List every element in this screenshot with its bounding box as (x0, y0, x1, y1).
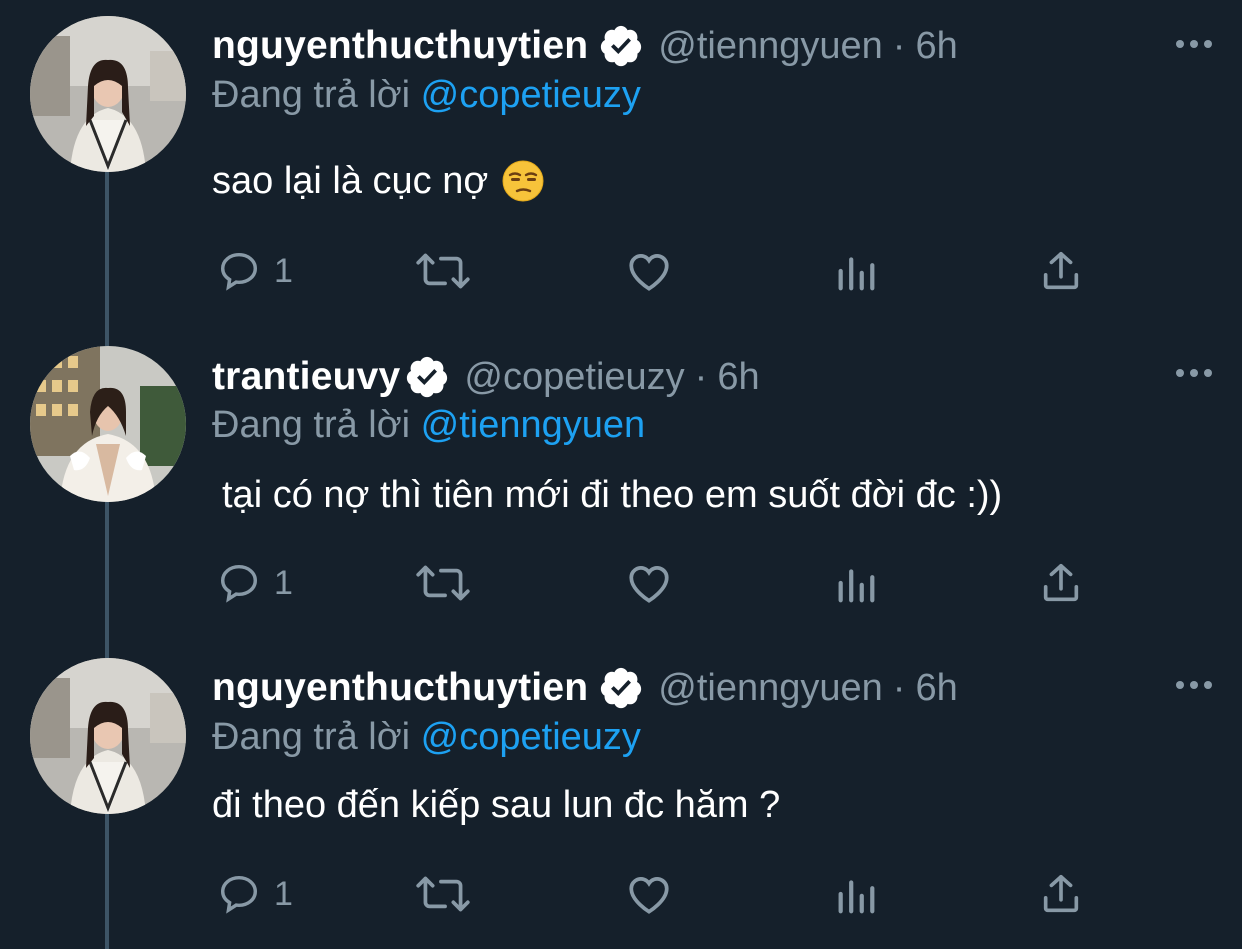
tweet-text-content: sao lại là cục nợ (212, 159, 489, 202)
reply-count: 1 (274, 563, 293, 602)
share-button[interactable] (1038, 558, 1084, 608)
timestamp[interactable]: 6h (717, 356, 759, 399)
more-icon[interactable] (1174, 678, 1214, 692)
replying-to-label: Đang trả lời (212, 74, 411, 116)
retweet-button[interactable] (412, 558, 474, 608)
tweet-text-content: tại có nợ thì tiên mới đi theo em suốt đ… (222, 473, 1003, 516)
verified-badge-icon (598, 23, 644, 69)
like-icon (629, 254, 669, 291)
like-icon (629, 566, 669, 603)
replying-to-line: Đang trả lời @tienngyuen (212, 404, 645, 447)
verified-badge-icon (404, 354, 450, 400)
like-icon (629, 877, 669, 914)
replying-to-line: Đang trả lời @copetieuzy (212, 74, 641, 117)
thread-connector-line (105, 502, 109, 658)
retweet-button[interactable] (412, 246, 474, 296)
avatar[interactable] (30, 346, 186, 502)
avatar[interactable] (30, 16, 186, 172)
more-icon[interactable] (1174, 366, 1214, 380)
tweet-actions: 1 (212, 558, 1112, 608)
reply-icon (220, 875, 258, 914)
unamused-face-emoji (502, 160, 544, 202)
user-handle[interactable]: @copetieuzy (464, 356, 684, 399)
reply-mention-link[interactable]: @copetieuzy (421, 74, 641, 116)
replying-to-line: Đang trả lời @copetieuzy (212, 716, 641, 759)
reply-button[interactable]: 1 (216, 869, 293, 919)
thread-connector-line (105, 172, 109, 348)
tweet-actions: 1 (212, 869, 1112, 919)
tweet-header: nguyenthucthuytien @tienngyuen · 6h (212, 658, 958, 718)
like-button[interactable] (624, 558, 674, 608)
analytics-button[interactable] (834, 558, 878, 608)
reply-mention-link[interactable]: @copetieuzy (421, 716, 641, 758)
reply-count: 1 (274, 874, 293, 913)
share-button[interactable] (1038, 246, 1084, 296)
share-icon (1043, 251, 1079, 290)
reply-button[interactable]: 1 (216, 558, 293, 608)
retweet-icon (416, 565, 470, 601)
tweet-header: trantieuvy @copetieuzy · 6h (212, 347, 760, 407)
share-icon (1043, 874, 1079, 913)
analytics-icon (838, 257, 875, 291)
timestamp[interactable]: 6h (915, 667, 957, 710)
tweet-text: đi theo đến kiếp sau lun đc hăm ? (212, 780, 780, 830)
display-name[interactable]: nguyenthucthuytien (212, 24, 588, 68)
tweet-text: tại có nợ thì tiên mới đi theo em suốt đ… (222, 470, 1002, 520)
reply-icon (220, 564, 258, 603)
like-button[interactable] (624, 869, 674, 919)
timestamp[interactable]: 6h (915, 25, 957, 68)
avatar[interactable] (30, 658, 186, 814)
separator-dot: · (892, 666, 906, 709)
tweet-text: sao lại là cục nợ (212, 156, 544, 206)
display-name[interactable]: nguyenthucthuytien (212, 666, 588, 710)
user-handle[interactable]: @tienngyuen (658, 25, 883, 68)
display-name[interactable]: trantieuvy (212, 355, 400, 399)
replying-to-label: Đang trả lời (212, 404, 411, 446)
analytics-icon (838, 569, 875, 603)
conversation-thread: nguyenthucthuytien @tienngyuen · 6h Đang… (0, 0, 1242, 949)
reply-icon (220, 252, 258, 291)
replying-to-label: Đang trả lời (212, 716, 411, 758)
reply-mention-link[interactable]: @tienngyuen (421, 404, 646, 446)
analytics-button[interactable] (834, 869, 878, 919)
analytics-button[interactable] (834, 246, 878, 296)
tweet-header: nguyenthucthuytien @tienngyuen · 6h (212, 16, 958, 76)
reply-count: 1 (274, 251, 293, 290)
separator-dot: · (694, 355, 708, 398)
share-button[interactable] (1038, 869, 1084, 919)
separator-dot: · (892, 24, 906, 67)
share-icon (1043, 563, 1079, 602)
tweet-actions: 1 (212, 246, 1112, 296)
user-handle[interactable]: @tienngyuen (658, 667, 883, 710)
verified-badge-icon (598, 665, 644, 711)
retweet-icon (416, 253, 470, 289)
retweet-button[interactable] (412, 869, 474, 919)
thread-connector-line (105, 812, 109, 949)
more-icon[interactable] (1174, 37, 1214, 51)
retweet-icon (416, 876, 470, 912)
analytics-icon (838, 880, 875, 914)
tweet-text-content: đi theo đến kiếp sau lun đc hăm ? (212, 783, 781, 826)
reply-button[interactable]: 1 (216, 246, 293, 296)
like-button[interactable] (624, 246, 674, 296)
